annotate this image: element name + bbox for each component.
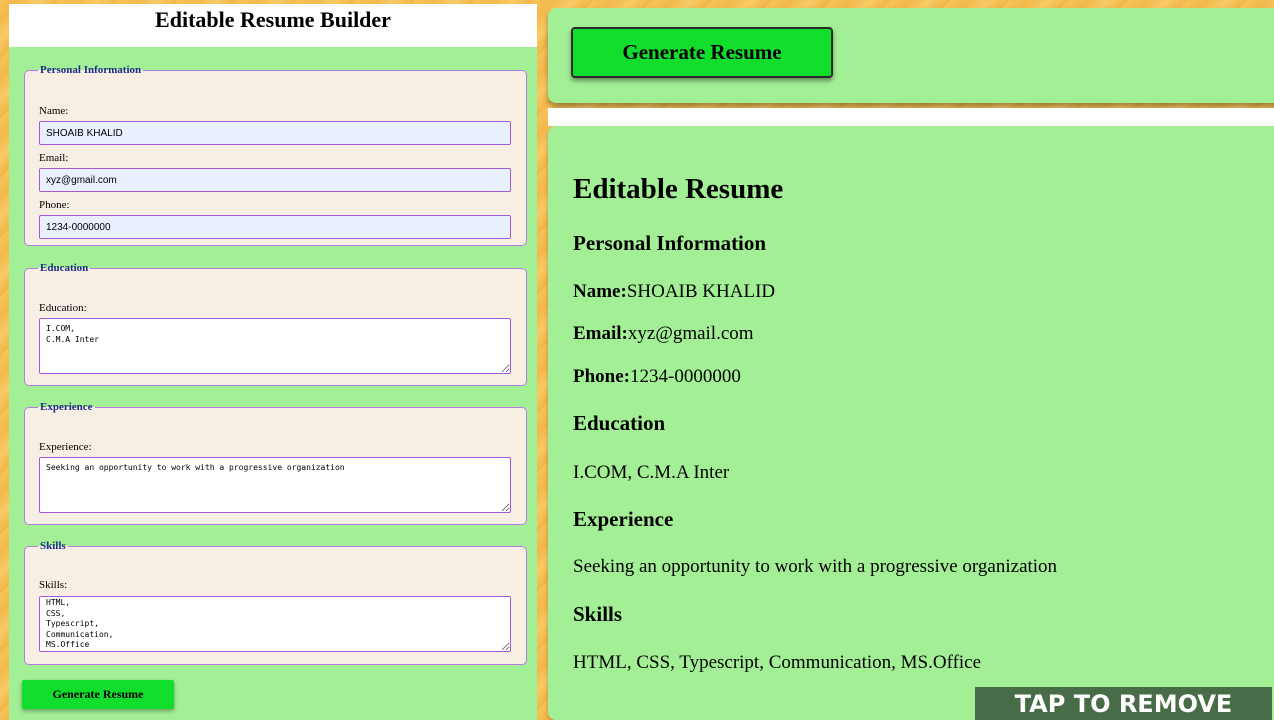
personal-info-legend: Personal Information <box>40 64 142 76</box>
preview-email: Email:xyz@gmail.com <box>573 323 754 345</box>
skills-textarea[interactable]: HTML, CSS, Typescript, Communication, MS… <box>39 596 511 652</box>
phone-label: Phone: <box>39 199 70 211</box>
email-label: Email: <box>39 152 69 164</box>
experience-textarea[interactable]: Seeking an opportunity to work with a pr… <box>39 457 511 513</box>
generate-resume-button[interactable]: Generate Resume <box>571 27 833 78</box>
name-input[interactable] <box>39 121 511 145</box>
builder-panel: Editable Resume Builder Personal Informa… <box>9 4 537 720</box>
email-input[interactable] <box>39 168 511 192</box>
experience-fieldset: Experience Experience: Seeking an opport… <box>24 401 527 525</box>
experience-legend: Experience <box>40 401 93 413</box>
resume-preview: Editable Resume Personal Information Nam… <box>548 126 1274 720</box>
resume-heading: Editable Resume <box>573 173 784 205</box>
skills-label: Skills: <box>39 579 68 591</box>
generate-resume-button-form[interactable]: Generate Resume <box>22 680 174 709</box>
preview-skills-heading: Skills <box>573 602 623 626</box>
tap-to-remove-overlay[interactable]: TAP TO REMOVE <box>975 687 1272 720</box>
preview-skills-text: HTML, CSS, Typescript, Communication, MS… <box>573 652 982 673</box>
preview-name: Name:SHOAIB KHALID <box>573 281 775 303</box>
education-label: Education: <box>39 302 87 314</box>
education-legend: Education <box>40 262 89 274</box>
phone-input[interactable] <box>39 215 511 239</box>
preview-education-heading: Education <box>573 411 666 435</box>
skills-legend: Skills <box>40 540 66 552</box>
page-title: Editable Resume Builder <box>155 7 391 32</box>
personal-info-fieldset: Personal Information Name: Email: Phone: <box>24 64 527 246</box>
preview-email-label: Email: <box>573 323 628 344</box>
preview-education-text: I.COM, C.M.A Inter <box>573 462 730 483</box>
education-fieldset: Education Education: I.COM, C.M.A Inter <box>24 262 527 386</box>
preview-phone-value: 1234-0000000 <box>630 366 741 387</box>
preview-name-value: SHOAIB KHALID <box>626 281 776 302</box>
skills-fieldset: Skills Skills: HTML, CSS, Typescript, Co… <box>24 540 527 665</box>
name-label: Name: <box>39 105 69 117</box>
preview-experience-text: Seeking an opportunity to work with a pr… <box>573 556 1058 577</box>
preview-name-label: Name: <box>573 281 627 302</box>
preview-phone: Phone:1234-0000000 <box>573 366 741 388</box>
preview-email-value: xyz@gmail.com <box>627 323 754 344</box>
preview-experience-heading: Experience <box>573 507 674 531</box>
preview-personal-heading: Personal Information <box>573 231 767 255</box>
education-textarea[interactable]: I.COM, C.M.A Inter <box>39 318 511 374</box>
divider <box>548 108 1274 126</box>
generate-card: Generate Resume <box>548 8 1274 103</box>
preview-phone-label: Phone: <box>573 366 630 387</box>
builder-title-bar: Editable Resume Builder <box>9 4 537 47</box>
experience-label: Experience: <box>39 441 92 453</box>
